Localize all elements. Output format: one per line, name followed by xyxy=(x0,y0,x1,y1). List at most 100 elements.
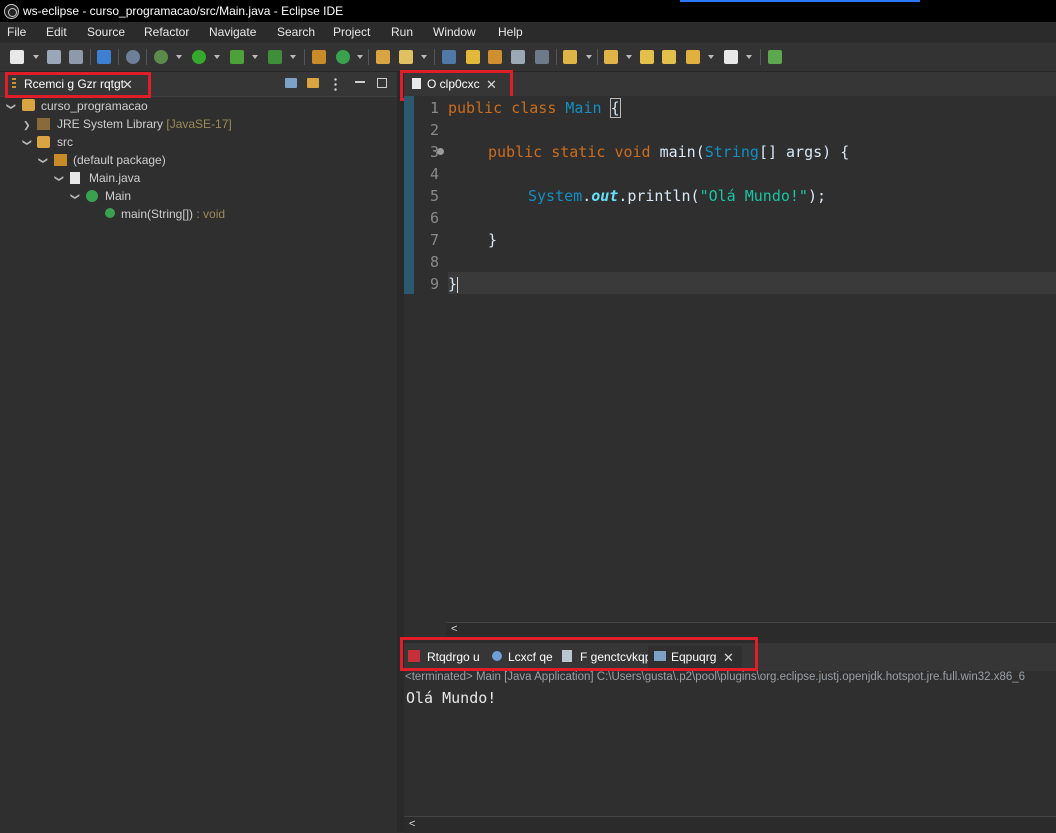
mark-occurrences-icon[interactable] xyxy=(466,50,480,64)
new-dropdown-icon[interactable] xyxy=(33,55,39,59)
forward-history-icon[interactable] xyxy=(662,50,676,64)
menu-project[interactable]: Project xyxy=(333,25,370,39)
debug-icon[interactable] xyxy=(154,50,168,64)
tree-default-package[interactable]: (default package) xyxy=(73,153,166,167)
coverage-icon[interactable] xyxy=(230,50,244,64)
console-status: <terminated> Main [Java Application] C:\… xyxy=(405,671,1026,683)
toolbar-separator xyxy=(90,49,91,65)
line-number: 8 xyxy=(429,253,439,271)
tree-main-java[interactable]: Main.java xyxy=(89,171,140,185)
line-number: 6 xyxy=(429,209,439,227)
source-folder-icon xyxy=(37,136,50,148)
skip-breakpoints-icon[interactable] xyxy=(126,50,140,64)
debug-dropdown-icon[interactable] xyxy=(176,55,182,59)
terminal-icon[interactable] xyxy=(97,50,111,64)
menu-help[interactable]: Help xyxy=(498,25,523,39)
external-tools-icon[interactable] xyxy=(268,50,282,64)
open-type-icon[interactable] xyxy=(376,50,390,64)
forward-icon[interactable] xyxy=(724,50,738,64)
tree-class-main[interactable]: Main xyxy=(105,189,131,203)
scroll-left-icon[interactable]: < xyxy=(451,623,457,635)
menu-navigate[interactable]: Navigate xyxy=(209,25,256,39)
chevron-right-icon[interactable]: ❯ xyxy=(23,120,31,131)
open-perspective-icon[interactable] xyxy=(768,50,782,64)
search-icon[interactable] xyxy=(399,50,413,64)
toolbar-separator xyxy=(597,49,598,65)
java-file-icon xyxy=(70,172,80,184)
back-icon[interactable] xyxy=(686,50,700,64)
line-number: 3 xyxy=(429,143,439,161)
next-annotation-dropdown-icon[interactable] xyxy=(586,55,592,59)
package-explorer-panel xyxy=(0,72,397,832)
word-wrap-icon[interactable] xyxy=(511,50,525,64)
chevron-down-icon[interactable]: ❯ xyxy=(21,139,32,147)
save-all-icon[interactable] xyxy=(69,50,83,64)
scroll-left-icon[interactable]: < xyxy=(409,818,415,830)
line-number: 7 xyxy=(429,231,439,249)
next-annotation-icon[interactable] xyxy=(563,50,577,64)
vertical-splitter[interactable] xyxy=(397,72,404,832)
console-horizontal-scrollbar[interactable]: < xyxy=(404,816,1056,833)
chevron-down-icon[interactable]: ❯ xyxy=(69,193,80,201)
tree-src[interactable]: src xyxy=(57,135,73,149)
maximize-icon[interactable] xyxy=(377,78,387,88)
menu-bar: File Edit Source Refactor Navigate Searc… xyxy=(0,22,1056,42)
new-icon[interactable] xyxy=(10,50,24,64)
block-selection-icon[interactable] xyxy=(488,50,502,64)
menu-run[interactable]: Run xyxy=(391,25,413,39)
save-icon[interactable] xyxy=(47,50,61,64)
chevron-down-icon[interactable]: ❯ xyxy=(5,103,16,111)
fold-icon[interactable] xyxy=(437,148,444,155)
window-title: ws-eclipse - curso_programacao/src/Main.… xyxy=(23,4,344,18)
show-whitespace-icon[interactable] xyxy=(535,50,549,64)
text-cursor xyxy=(457,276,459,293)
toggle-breadcrumb-icon[interactable] xyxy=(442,50,456,64)
code-line-3: public static void main(String[] args) { xyxy=(488,143,850,161)
back-dropdown-icon[interactable] xyxy=(708,55,714,59)
chevron-down-icon[interactable]: ❯ xyxy=(37,157,48,165)
chevron-down-icon[interactable]: ❯ xyxy=(53,175,64,183)
toolbar-separator xyxy=(434,49,435,65)
previous-annotation-dropdown-icon[interactable] xyxy=(626,55,632,59)
tree-jre-library[interactable]: JRE System Library [JavaSE-17] xyxy=(57,117,232,131)
link-with-editor-icon[interactable] xyxy=(307,78,319,88)
toolbar-separator xyxy=(304,49,305,65)
toolbar-separator xyxy=(556,49,557,65)
new-java-class-icon[interactable] xyxy=(336,50,350,64)
toolbar-separator xyxy=(118,49,119,65)
eclipse-logo-icon xyxy=(4,4,19,19)
menu-window[interactable]: Window xyxy=(433,25,476,39)
run-dropdown-icon[interactable] xyxy=(214,55,220,59)
last-edit-location-icon[interactable] xyxy=(640,50,654,64)
title-accent-strip xyxy=(680,0,920,2)
minimize-icon[interactable] xyxy=(355,81,365,83)
code-line-5: System.out.println("Olá Mundo!"); xyxy=(528,187,827,205)
previous-annotation-icon[interactable] xyxy=(604,50,618,64)
package-icon xyxy=(54,154,67,166)
external-tools-dropdown-icon[interactable] xyxy=(290,55,296,59)
menu-file[interactable]: File xyxy=(7,25,26,39)
forward-dropdown-icon[interactable] xyxy=(746,55,752,59)
code-editor[interactable] xyxy=(404,96,1056,622)
console-view[interactable]: <terminated> Main [Java Application] C:\… xyxy=(404,671,1056,832)
project-folder-icon xyxy=(22,99,35,111)
line-number: 5 xyxy=(429,187,439,205)
collapse-all-icon[interactable] xyxy=(285,78,297,88)
editor-horizontal-scrollbar[interactable]: < xyxy=(446,622,1056,637)
highlight-box xyxy=(400,637,758,671)
search-dropdown-icon[interactable] xyxy=(421,55,427,59)
menu-refactor[interactable]: Refactor xyxy=(144,25,189,39)
menu-edit[interactable]: Edit xyxy=(46,25,67,39)
tree-method-main[interactable]: main(String[]) : void xyxy=(121,207,225,221)
new-java-package-icon[interactable] xyxy=(312,50,326,64)
new-class-dropdown-icon[interactable] xyxy=(357,55,363,59)
menu-search[interactable]: Search xyxy=(277,25,315,39)
line-number: 4 xyxy=(429,165,439,183)
view-menu-icon[interactable] xyxy=(334,77,337,91)
tree-project[interactable]: curso_programacao xyxy=(41,99,148,113)
coverage-dropdown-icon[interactable] xyxy=(252,55,258,59)
title-bar: ws-eclipse - curso_programacao/src/Main.… xyxy=(0,0,1056,22)
menu-source[interactable]: Source xyxy=(87,25,125,39)
run-icon[interactable] xyxy=(192,50,206,64)
editor-gutter xyxy=(404,96,414,294)
